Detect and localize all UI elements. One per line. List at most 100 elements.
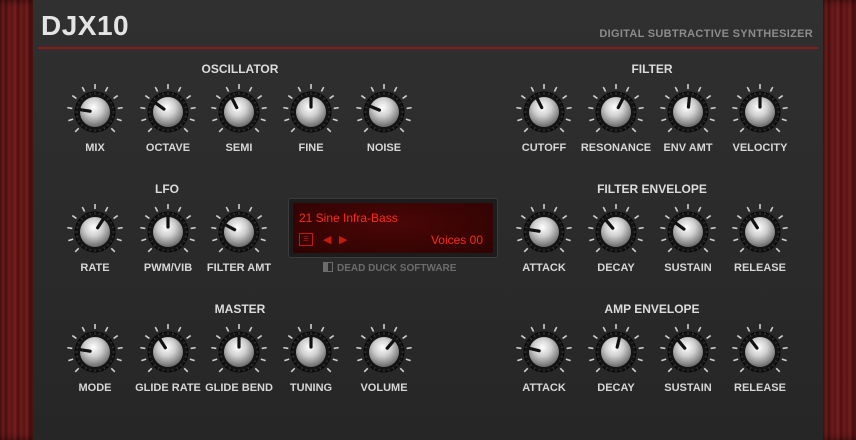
knob-tick <box>703 367 709 373</box>
knob-tick <box>254 247 260 253</box>
knob-tick <box>775 367 781 373</box>
knob-tick <box>116 238 122 242</box>
knob-tick <box>562 334 568 340</box>
knob-tick <box>225 326 230 332</box>
knob-knurl <box>305 368 307 372</box>
knob-tick <box>68 358 74 362</box>
knob-knurl <box>668 346 672 348</box>
knob-tick <box>706 334 712 340</box>
knob-knurl <box>111 236 115 238</box>
knob-tick <box>110 367 116 373</box>
knob-tick <box>254 367 260 373</box>
knob-tick <box>189 118 195 122</box>
knob-knurl <box>172 128 174 132</box>
knob-volume[interactable]: VOLUME <box>350 322 418 394</box>
duck-logo-icon <box>323 262 333 272</box>
knob-amp-release[interactable]: RELEASE <box>726 322 794 394</box>
knob-tick <box>781 238 787 242</box>
knob-knurl <box>148 106 152 108</box>
knob-dial <box>211 204 267 253</box>
knob-knurl <box>596 356 600 358</box>
knob-knurl <box>682 368 684 372</box>
knob-dial <box>660 324 716 373</box>
knob-tick <box>183 127 189 133</box>
knob-knurl <box>524 236 528 238</box>
synth-window: DJX10 DIGITAL SUBTRACTIVE SYNTHESIZER OS… <box>0 0 856 440</box>
knob-knurl <box>315 332 317 336</box>
knob-tick <box>516 106 522 110</box>
knob-knurl <box>111 346 115 348</box>
knob-tick <box>147 247 153 253</box>
knob-tick <box>592 334 598 340</box>
knob-tick <box>709 358 715 362</box>
header-divider <box>38 47 818 49</box>
knob-tick <box>661 118 667 122</box>
knob-dial <box>588 204 644 253</box>
section-title-master: MASTER <box>214 302 266 316</box>
knob-tick <box>261 106 267 110</box>
knob-tick <box>177 326 182 332</box>
knob-knurl <box>740 106 744 108</box>
knob-knurl <box>704 116 708 118</box>
knob-tick <box>746 326 751 332</box>
knob-tick <box>329 94 335 100</box>
left-wood-panel <box>0 0 33 440</box>
knob-label: VOLUME <box>360 382 408 394</box>
knob-knurl <box>233 368 235 372</box>
triangle-right-icon[interactable]: ▶ <box>339 233 347 246</box>
knob-knurl <box>596 226 600 228</box>
knob-tick <box>189 238 195 242</box>
knob-cap <box>153 97 183 127</box>
knob-knurl <box>172 248 174 252</box>
knob-tick <box>399 127 405 133</box>
knob-tick <box>697 86 702 92</box>
knob-tick <box>211 106 217 110</box>
knob-cap <box>529 97 559 127</box>
knob-tick <box>261 226 267 230</box>
knob-dial <box>67 204 123 253</box>
knob-knurl <box>610 212 612 216</box>
knob-knurl <box>596 236 600 238</box>
knob-knurl <box>219 346 223 348</box>
knob-knurl <box>560 106 564 108</box>
knob-knurl <box>243 368 245 372</box>
knob-knurl <box>75 116 79 118</box>
knob-tick <box>215 214 221 220</box>
knob-knurl <box>668 106 672 108</box>
knob-tick <box>290 367 296 373</box>
knob-tick <box>565 238 571 242</box>
knob-tick <box>218 127 224 133</box>
knob-dial <box>140 84 196 133</box>
patch-name[interactable]: 21 Sine Infra-Bass <box>299 211 398 225</box>
knob-filter-amt[interactable]: FILTER AMT <box>205 202 273 274</box>
knob-knurl <box>162 128 164 132</box>
knob-dial <box>67 324 123 373</box>
knob-noise[interactable]: NOISE <box>350 82 418 154</box>
knob-tick <box>739 247 745 253</box>
knob-tick <box>595 247 601 253</box>
knob-knurl <box>111 116 115 118</box>
knob-tick <box>177 206 182 212</box>
triangle-left-icon[interactable]: ◀ <box>323 233 331 246</box>
knob-knurl <box>243 212 245 216</box>
knob-tick <box>703 247 709 253</box>
knob-tick <box>516 226 522 230</box>
knob-knurl <box>776 116 780 118</box>
knob-tick <box>297 326 302 332</box>
knob-label: VELOCITY <box>732 142 788 154</box>
knob-tick <box>183 247 189 253</box>
knob-filter-release[interactable]: RELEASE <box>726 202 794 274</box>
knob-tick <box>638 106 644 110</box>
right-wood-panel <box>823 0 856 440</box>
knob-velocity[interactable]: VELOCITY <box>726 82 794 154</box>
knob-tick <box>186 94 192 100</box>
knob-knurl <box>754 128 756 132</box>
knob-tick <box>190 106 196 110</box>
knob-knurl <box>620 212 622 216</box>
knob-tick <box>360 334 366 340</box>
menu-icon[interactable]: ☰ <box>299 233 313 246</box>
knob-knurl <box>682 248 684 252</box>
knob-tick <box>781 358 787 362</box>
knob-tick <box>67 106 73 110</box>
knob-knurl <box>610 92 612 96</box>
